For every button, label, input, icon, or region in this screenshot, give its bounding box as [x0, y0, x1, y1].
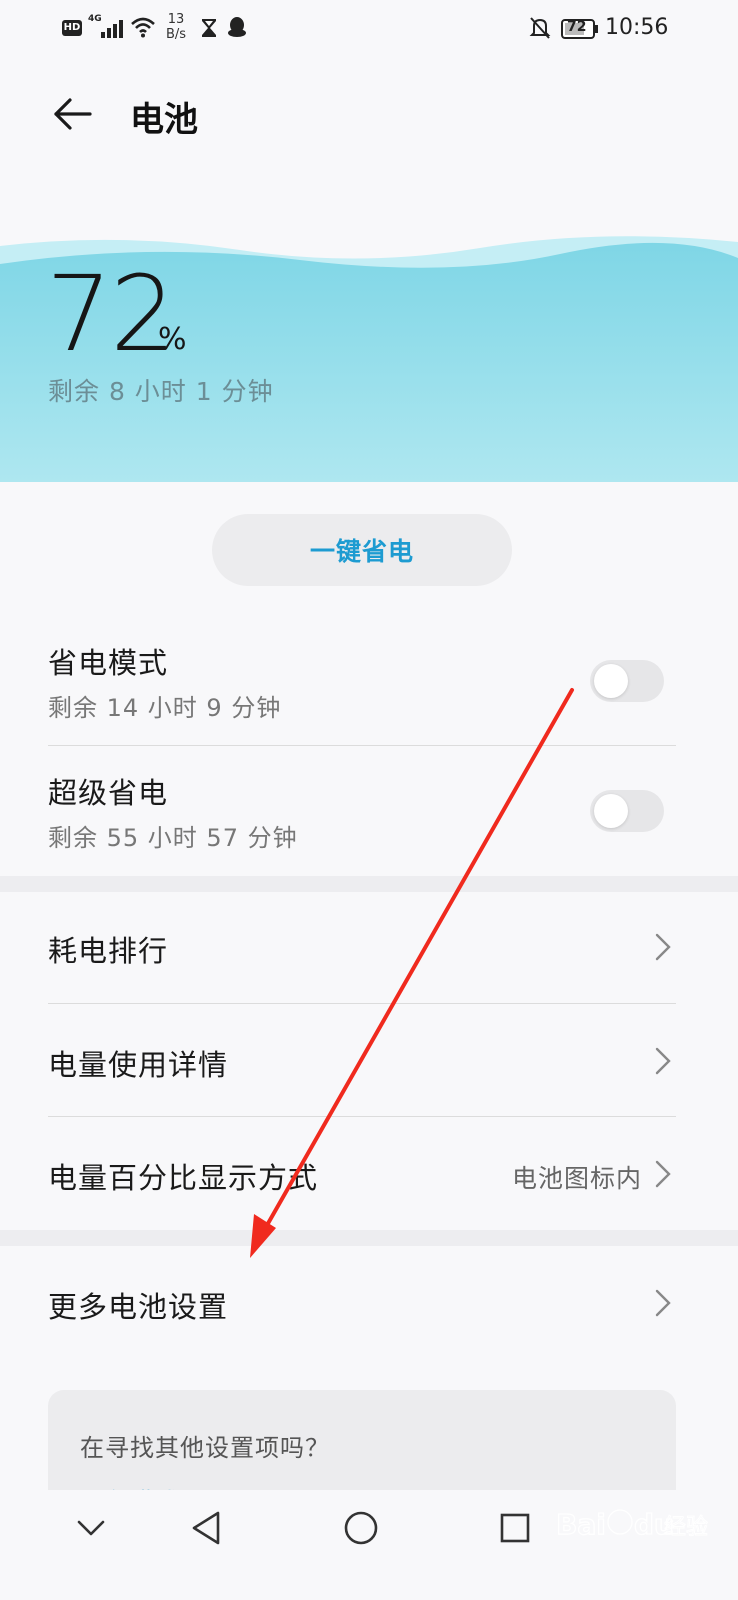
- battery-icon: 72: [561, 19, 599, 39]
- speed-value: 13: [167, 12, 185, 27]
- chevron-right-icon: [655, 1289, 671, 1317]
- more-battery-settings-label: 更多电池设置: [48, 1290, 229, 1324]
- usage-ranking-label: 耗电排行: [48, 934, 169, 968]
- toggle-knob: [594, 794, 628, 828]
- page-title: 电池: [130, 100, 198, 140]
- power-saving-mode-toggle[interactable]: [590, 660, 664, 702]
- toggle-knob: [594, 664, 628, 698]
- battery-level-text: 72: [567, 19, 587, 35]
- section-divider: [0, 876, 738, 892]
- chevron-right-icon: [655, 1160, 671, 1188]
- wifi-icon: [131, 17, 155, 38]
- percentage-display-row[interactable]: 电量百分比显示方式 电池图标内: [0, 1117, 738, 1229]
- suggestion-card-title: 在寻找其他设置项吗？: [80, 1434, 330, 1462]
- arrow-left-icon: [54, 98, 92, 130]
- ultra-power-saving-row[interactable]: 超级省电 剩余 55 小时 57 分钟: [0, 750, 738, 874]
- chevron-down-icon[interactable]: [76, 1518, 106, 1538]
- signal-icon: [101, 20, 123, 38]
- one-tap-save-button[interactable]: 一键省电: [212, 514, 512, 586]
- percentage-display-label: 电量百分比显示方式: [48, 1161, 319, 1195]
- usage-ranking-row[interactable]: 耗电排行: [0, 892, 738, 1002]
- circle-home-icon[interactable]: [343, 1510, 379, 1546]
- back-button[interactable]: [50, 92, 94, 136]
- ultra-power-saving-title: 超级省电: [48, 776, 169, 810]
- qq-icon: [228, 17, 246, 37]
- square-recent-icon[interactable]: [499, 1512, 531, 1544]
- bell-muted-icon: [529, 17, 551, 39]
- remaining-time: 剩余 8 小时 1 分钟: [48, 377, 274, 406]
- network-speed: 13 B/s: [166, 12, 186, 42]
- baidu-watermark-logo: Bai du 经验: [556, 1507, 709, 1541]
- status-bar: HD 4G 13 B/s 72 10:56: [0, 0, 738, 60]
- usage-details-label: 电量使用详情: [48, 1048, 229, 1082]
- usage-details-row[interactable]: 电量使用详情: [0, 1004, 738, 1116]
- triangle-back-icon[interactable]: [190, 1510, 222, 1546]
- speed-unit: B/s: [166, 27, 187, 42]
- chevron-right-icon: [655, 933, 671, 961]
- power-saving-mode-row[interactable]: 省电模式 剩余 14 小时 9 分钟: [0, 620, 738, 748]
- hourglass-icon: [202, 19, 216, 37]
- section-divider: [0, 1230, 738, 1246]
- percent-sign: %: [158, 322, 187, 357]
- more-battery-settings-row[interactable]: 更多电池设置: [0, 1246, 738, 1358]
- clock: 10:56: [605, 15, 669, 40]
- power-saving-mode-remaining: 剩余 14 小时 9 分钟: [48, 694, 282, 722]
- power-saving-mode-title: 省电模式: [48, 646, 169, 680]
- battery-percent: 72: [46, 253, 176, 375]
- hd-badge: HD: [62, 20, 82, 36]
- svg-text:经验: 经验: [664, 1515, 708, 1540]
- chevron-right-icon: [655, 1047, 671, 1075]
- percentage-display-value: 电池图标内: [511, 1164, 642, 1193]
- divider: [48, 745, 676, 746]
- ultra-power-saving-toggle[interactable]: [590, 790, 664, 832]
- ultra-power-saving-remaining: 剩余 55 小时 57 分钟: [48, 824, 298, 852]
- svg-text:Bai: Bai: [556, 1508, 606, 1541]
